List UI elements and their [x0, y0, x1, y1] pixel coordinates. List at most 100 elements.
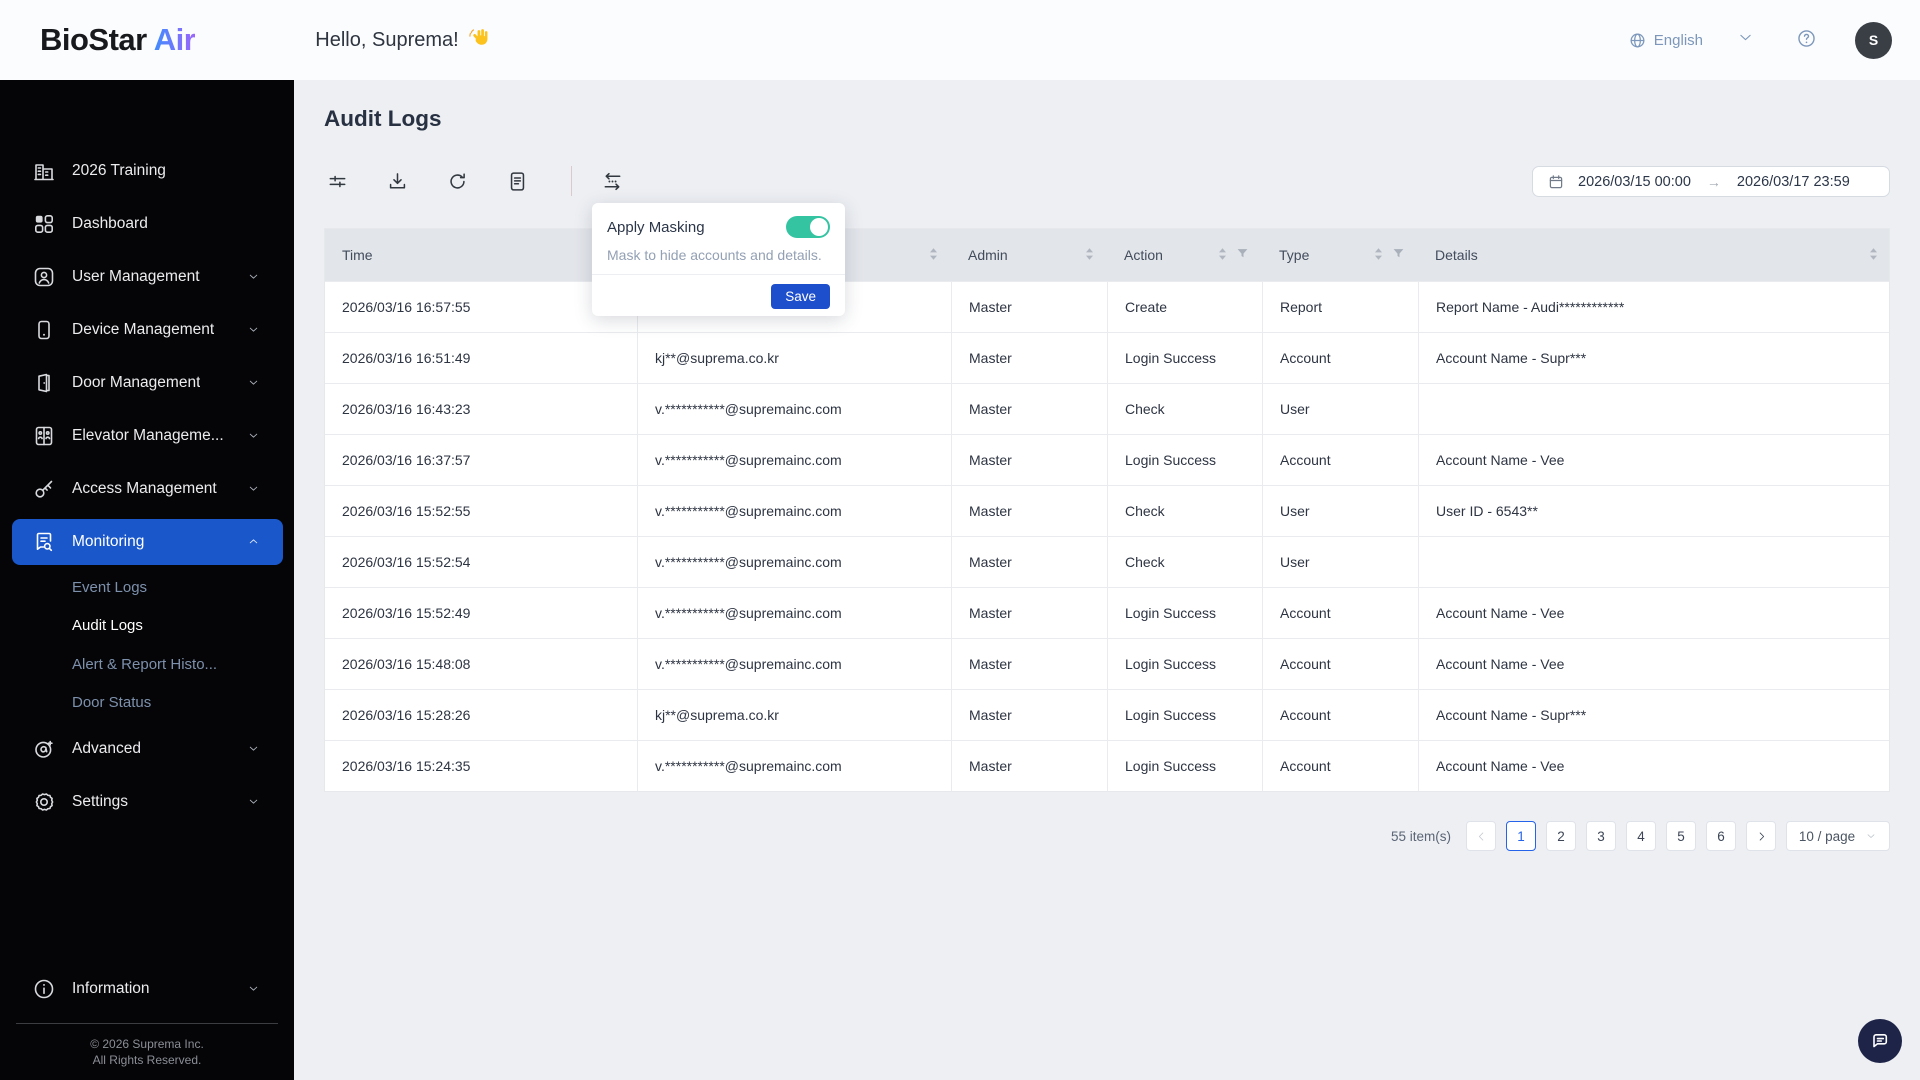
table-row[interactable]: 2026/03/16 16:51:49 kj**@suprema.co.kr Mas… [325, 332, 1889, 383]
table-cell: Account [1262, 639, 1418, 689]
masking-button[interactable] [601, 169, 625, 193]
device-icon [32, 318, 56, 342]
filter-settings-button[interactable] [326, 169, 350, 193]
prev-page-button[interactable] [1466, 821, 1496, 851]
sort-icon[interactable] [1374, 247, 1383, 264]
apply-masking-toggle[interactable] [786, 216, 830, 238]
sidebar-item-label: Advanced [72, 739, 141, 757]
download-icon [386, 170, 410, 193]
table-row[interactable]: 2026/03/16 16:43:23 v.***********@suprema… [325, 383, 1889, 434]
column-header-time[interactable]: Time [325, 229, 637, 281]
help-button[interactable] [1796, 28, 1817, 52]
page-button-2[interactable]: 2 [1546, 821, 1576, 851]
table-cell: User [1262, 537, 1418, 587]
table-cell: v.***********@supremainc.com [637, 435, 951, 485]
table-row[interactable]: 2026/03/16 15:52:49 v.***********@suprema… [325, 587, 1889, 638]
page-button-4[interactable]: 4 [1626, 821, 1656, 851]
language-selector[interactable]: English [1628, 31, 1703, 50]
sort-icon[interactable] [929, 247, 938, 264]
page-button-5[interactable]: 5 [1666, 821, 1696, 851]
language-chevron-down-icon[interactable] [1737, 29, 1754, 51]
table-row[interactable]: 2026/03/16 15:24:35 v.***********@suprema… [325, 740, 1889, 791]
page-button-3[interactable]: 3 [1586, 821, 1616, 851]
table-cell: v.***********@supremainc.com [637, 588, 951, 638]
date-range-start[interactable]: 2026/03/15 00:00 [1578, 174, 1691, 190]
sidebar-subitem-alert-report-histo[interactable]: Alert & Report Histo... [0, 645, 294, 684]
chevron-down-icon [247, 270, 260, 283]
sidebar-item-label: 2026 Training [72, 161, 166, 179]
sidebar-item-door-management[interactable]: Door Management [0, 356, 294, 409]
table-row[interactable]: 2026/03/16 15:48:08 v.***********@suprema… [325, 638, 1889, 689]
chat-button[interactable] [1858, 1019, 1902, 1063]
filter-icon[interactable] [1392, 247, 1405, 263]
chevron-down-icon [247, 795, 260, 808]
sidebar-item-access-management[interactable]: Access Management [0, 462, 294, 515]
main-content: Audit Logs 2026/03/15 00:00 → 2026/03/17… [294, 80, 1920, 1080]
audit-logs-table: Time Admin Action Type Details 2026/03/1… [324, 228, 1890, 792]
sort-icon[interactable] [1869, 247, 1878, 264]
sort-icon[interactable] [1085, 247, 1094, 264]
avatar[interactable]: S [1855, 21, 1892, 59]
sidebar-subitem-event-logs[interactable]: Event Logs [0, 568, 294, 607]
sidebar-item-monitoring[interactable]: Monitoring [12, 518, 283, 565]
sidebar-item-dashboard[interactable]: Dashboard [0, 197, 294, 250]
table-cell: Create [1107, 282, 1262, 332]
logo-primary: BioStar [40, 22, 147, 57]
page-size-select[interactable]: 10 / page [1786, 821, 1890, 851]
table-cell: Account [1262, 333, 1418, 383]
gear-icon [32, 790, 56, 814]
next-page-button[interactable] [1746, 821, 1776, 851]
apply-masking-title: Apply Masking [607, 218, 705, 236]
sidebar-item-user-management[interactable]: User Management [0, 250, 294, 303]
table-row[interactable]: 2026/03/16 16:37:57 v.***********@suprema… [325, 434, 1889, 485]
save-button[interactable]: Save [771, 284, 830, 309]
download-button[interactable] [386, 169, 410, 193]
chevron-down-icon [1865, 830, 1877, 842]
table-cell [1418, 384, 1891, 434]
table-row[interactable]: 2026/03/16 16:57:55 Master Create Report Rep… [325, 281, 1889, 332]
column-header-type[interactable]: Type [1262, 229, 1418, 281]
refresh-button[interactable] [446, 169, 470, 193]
sidebar-subitem-audit-logs[interactable]: Audit Logs [0, 607, 294, 646]
date-range-end[interactable]: 2026/03/17 23:59 [1737, 174, 1850, 190]
table-cell: Check [1107, 537, 1262, 587]
sidebar-subitem-door-status[interactable]: Door Status [0, 684, 294, 723]
sidebar-item-settings[interactable]: Settings [0, 775, 294, 828]
column-header-details[interactable]: Details [1418, 229, 1891, 281]
table-cell: Master [951, 333, 1107, 383]
chevron-up-icon [247, 535, 260, 548]
table-cell: 2026/03/16 16:57:55 [342, 299, 471, 315]
table-cell: Account [1262, 588, 1418, 638]
elevator-icon [32, 424, 56, 448]
sort-icon[interactable] [1218, 247, 1227, 264]
table-cell: 2026/03/16 15:28:26 [342, 707, 471, 723]
filter-settings-icon [326, 170, 350, 193]
filter-icon[interactable] [1236, 247, 1249, 263]
sidebar-item-label: Door Management [72, 373, 201, 391]
sidebar-item-2026-training[interactable]: 2026 Training [0, 144, 294, 197]
report-button[interactable] [506, 169, 530, 193]
page-button-1[interactable]: 1 [1506, 821, 1536, 851]
date-range-picker[interactable]: 2026/03/15 00:00 → 2026/03/17 23:59 [1532, 166, 1890, 197]
page-button-6[interactable]: 6 [1706, 821, 1736, 851]
sidebar-item-device-management[interactable]: Device Management [0, 303, 294, 356]
table-cell: Login Success [1107, 333, 1262, 383]
greeting-text: Hello, Suprema! [315, 26, 489, 54]
table-cell: v.***********@supremainc.com [637, 537, 951, 587]
table-row[interactable]: 2026/03/16 15:52:54 v.***********@suprema… [325, 536, 1889, 587]
table-cell: kj**@suprema.co.kr [637, 690, 951, 740]
sidebar-item-elevator-manageme[interactable]: Elevator Manageme... [0, 409, 294, 462]
sidebar-item-advanced[interactable]: Advanced [0, 722, 294, 775]
column-header-action[interactable]: Action [1107, 229, 1262, 281]
table-cell: Account Name - Vee [1418, 741, 1891, 791]
page-title: Audit Logs [324, 106, 442, 131]
table-row[interactable]: 2026/03/16 15:28:26 kj**@suprema.co.kr Mas… [325, 689, 1889, 740]
table-row[interactable]: 2026/03/16 15:52:55 v.***********@suprema… [325, 485, 1889, 536]
table-cell: Account Name - Vee [1418, 639, 1891, 689]
sidebar-item-information[interactable]: Information [0, 962, 294, 1015]
info-icon [32, 977, 56, 1001]
table-cell: v.***********@supremainc.com [637, 384, 951, 434]
table-cell: Account [1262, 741, 1418, 791]
key-icon [32, 477, 56, 501]
column-header-admin[interactable]: Admin [951, 229, 1107, 281]
